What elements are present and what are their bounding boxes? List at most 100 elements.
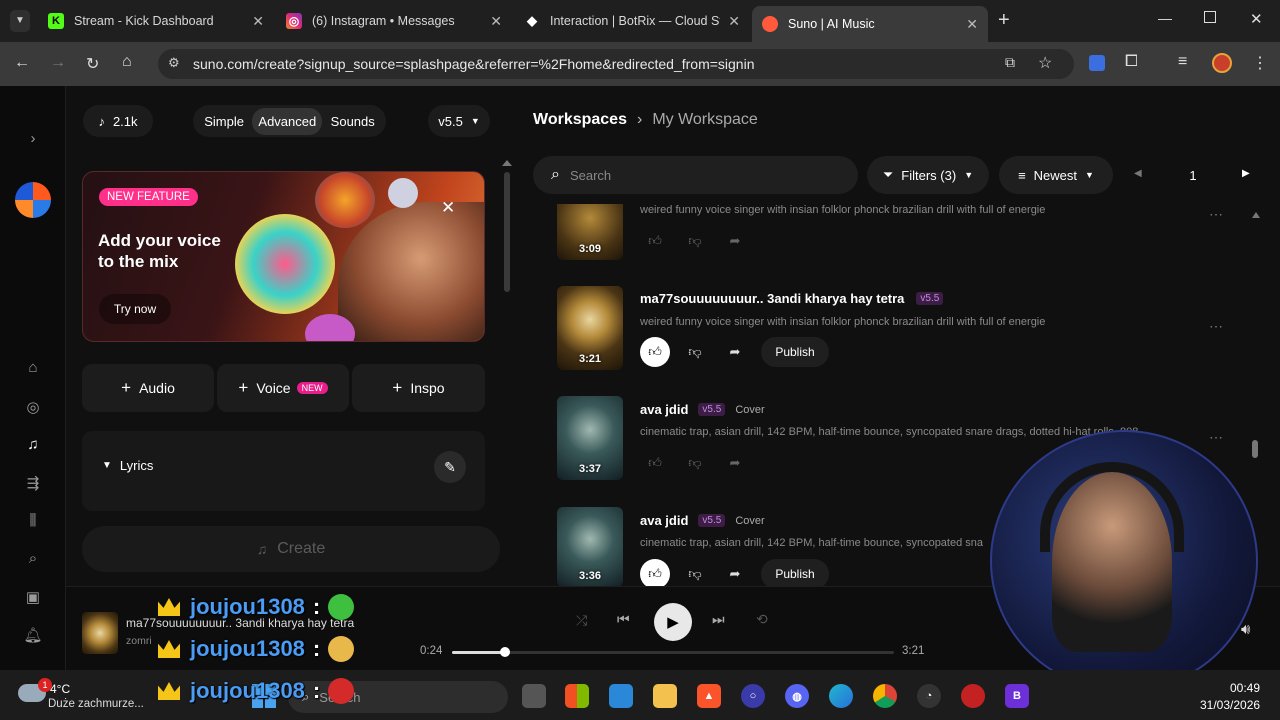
share-icon[interactable]: ➦ xyxy=(720,226,750,256)
install-app-icon[interactable]: ⧉ xyxy=(1005,54,1015,71)
shuffle-icon[interactable]: ⤮ xyxy=(576,612,587,629)
suno-logo[interactable] xyxy=(15,182,51,218)
browser-menu-icon[interactable]: ⋮ xyxy=(1252,53,1268,73)
search-box[interactable]: ⌕ Search xyxy=(533,156,858,194)
close-tab-icon[interactable]: ✕ xyxy=(966,16,978,33)
credits-button[interactable]: ♪ 2.1k xyxy=(83,105,153,137)
like-icon[interactable]: 👍︎ xyxy=(640,559,670,589)
song-title[interactable]: ava jdid xyxy=(640,402,688,417)
add-audio-button[interactable]: + Audio xyxy=(82,364,214,412)
try-now-button[interactable]: Try now xyxy=(99,294,171,324)
dislike-icon[interactable]: 👎︎ xyxy=(680,226,710,256)
profile-avatar[interactable] xyxy=(1212,53,1232,73)
expand-sidebar-icon[interactable]: › xyxy=(22,130,44,147)
address-bar[interactable]: ⚙ suno.com/create?signup_source=splashpa… xyxy=(158,49,1074,79)
weather-widget[interactable]: 1 4°C Duże zachmurze... xyxy=(14,676,154,716)
explore-nav-icon[interactable]: ◎ xyxy=(22,398,44,416)
notifications-bell-icon[interactable]: 🔔︎ xyxy=(22,626,44,644)
filters-button[interactable]: ⏷ Filters (3) ▼ xyxy=(867,156,989,194)
tab-botrix[interactable]: ◆ Interaction | BotRix — Cloud St ✕ xyxy=(514,0,750,42)
song-row[interactable]: 3:09 weired funny voice singer with insi… xyxy=(557,204,1237,260)
close-promo-icon[interactable]: ✕ xyxy=(441,198,455,218)
dislike-icon[interactable]: 👎︎ xyxy=(680,337,710,367)
song-cover[interactable]: 3:36 xyxy=(557,507,623,587)
publish-button[interactable]: Publish xyxy=(761,337,829,367)
mode-simple-tab[interactable]: Simple xyxy=(198,108,250,135)
share-icon[interactable]: ➦ xyxy=(720,559,750,589)
like-icon[interactable]: 👍︎ xyxy=(640,226,670,256)
repeat-icon[interactable]: ⟲ xyxy=(756,611,768,628)
previous-track-icon[interactable]: ⏮ xyxy=(617,611,630,628)
file-explorer-icon[interactable] xyxy=(653,684,677,708)
next-track-icon[interactable]: ⏭ xyxy=(712,611,725,628)
next-page-icon[interactable]: ▶ xyxy=(1242,168,1250,179)
dislike-icon[interactable]: 👎︎ xyxy=(680,559,710,589)
now-playing-artist[interactable]: zomri xyxy=(126,635,152,647)
store-icon[interactable] xyxy=(609,684,633,708)
obs-icon[interactable]: ◔ xyxy=(917,684,941,708)
song-row[interactable]: 3:21 ma77souuuuuuuur.. 3andi kharya hay … xyxy=(557,286,1237,372)
create-button[interactable]: ♫ Create xyxy=(82,526,500,572)
clock-time[interactable]: 00:49 xyxy=(1230,681,1260,695)
mode-advanced-tab[interactable]: Advanced xyxy=(252,107,323,135)
dislike-icon[interactable]: 👎︎ xyxy=(680,448,710,478)
close-tab-icon[interactable]: ✕ xyxy=(252,13,264,30)
tab-search-dropdown-icon[interactable]: ▼ xyxy=(10,10,30,32)
create-nav-icon[interactable]: ♫ xyxy=(22,436,44,453)
share-icon[interactable]: ➦ xyxy=(720,448,750,478)
song-cover[interactable]: 3:21 xyxy=(557,286,623,370)
tab-suno[interactable]: Suno | AI Music ✕ xyxy=(752,6,988,42)
like-icon[interactable]: 👍︎ xyxy=(640,337,670,367)
song-title[interactable]: ava jdid xyxy=(640,513,688,528)
share-icon[interactable]: ➦ xyxy=(720,337,750,367)
discord-icon[interactable]: ◍ xyxy=(785,684,809,708)
library-nav-icon[interactable]: ⫼ xyxy=(22,512,44,529)
restore-window-icon[interactable] xyxy=(1204,11,1216,23)
new-tab-button[interactable]: + xyxy=(998,9,1010,32)
search-nav-icon[interactable]: ⌕ xyxy=(22,550,44,567)
app-red-icon[interactable] xyxy=(961,684,985,708)
site-info-icon[interactable]: ⚙ xyxy=(168,55,180,71)
botrix-app-icon[interactable]: B xyxy=(1005,684,1029,708)
bookmark-star-icon[interactable]: ☆ xyxy=(1038,53,1052,73)
promo-banner[interactable]: NEW FEATURE Add your voice to the mix Tr… xyxy=(82,171,485,342)
sort-button[interactable]: ≡ Newest ▼ xyxy=(999,156,1113,194)
prev-page-icon[interactable]: ◀ xyxy=(1134,168,1142,179)
chrome-icon[interactable] xyxy=(873,684,897,708)
extension-shield-icon[interactable] xyxy=(1089,55,1105,71)
close-tab-icon[interactable]: ✕ xyxy=(728,13,740,30)
more-options-icon[interactable]: ⋯ xyxy=(1209,206,1223,223)
panel-scrollbar[interactable] xyxy=(502,160,512,505)
mode-sounds-tab[interactable]: Sounds xyxy=(325,108,381,135)
tab-kick-dashboard[interactable]: K Stream - Kick Dashboard ✕ xyxy=(38,0,274,42)
extensions-puzzle-icon[interactable]: ⧠ xyxy=(1125,53,1138,71)
model-version-select[interactable]: v5.5 ▼ xyxy=(428,105,490,137)
tab-instagram[interactable]: ◎ (6) Instagram • Messages ✕ xyxy=(276,0,512,42)
add-voice-button[interactable]: + Voice NEW xyxy=(217,364,349,412)
magic-wand-button[interactable]: ✎ xyxy=(434,451,466,483)
clock-date[interactable]: 31/03/2026 xyxy=(1200,698,1260,712)
song-title[interactable]: ma77souuuuuuuur.. 3andi kharya hay tetra xyxy=(640,291,904,306)
now-playing-cover[interactable] xyxy=(82,612,118,654)
progress-track[interactable] xyxy=(452,647,894,657)
like-icon[interactable]: 👍︎ xyxy=(640,448,670,478)
progress-handle[interactable] xyxy=(500,647,511,657)
media-control-icon[interactable]: ≡ xyxy=(1178,53,1187,71)
song-cover[interactable]: 3:09 xyxy=(557,204,623,260)
widgets-icon[interactable] xyxy=(565,684,589,708)
song-cover[interactable]: 3:37 xyxy=(557,396,623,480)
back-arrow-icon[interactable]: ← xyxy=(14,54,30,72)
lyrics-toggle[interactable]: ▼ Lyrics xyxy=(102,458,153,473)
task-view-icon[interactable] xyxy=(522,684,546,708)
more-options-icon[interactable]: ⋯ xyxy=(1209,318,1223,335)
close-window-icon[interactable]: ✕ xyxy=(1250,10,1263,28)
minimize-window-icon[interactable]: — xyxy=(1158,10,1172,26)
add-inspo-button[interactable]: + Inspo xyxy=(352,364,485,412)
studio-nav-icon[interactable]: ⇶ xyxy=(22,474,44,492)
edge-icon[interactable] xyxy=(829,684,853,708)
breadcrumb-workspaces[interactable]: Workspaces xyxy=(533,111,627,129)
more-options-icon[interactable]: ⋯ xyxy=(1209,429,1223,446)
home-icon[interactable]: ⌂ xyxy=(122,53,132,71)
reload-icon[interactable]: ↻ xyxy=(86,54,99,74)
home-nav-icon[interactable]: ⌂ xyxy=(22,359,44,376)
